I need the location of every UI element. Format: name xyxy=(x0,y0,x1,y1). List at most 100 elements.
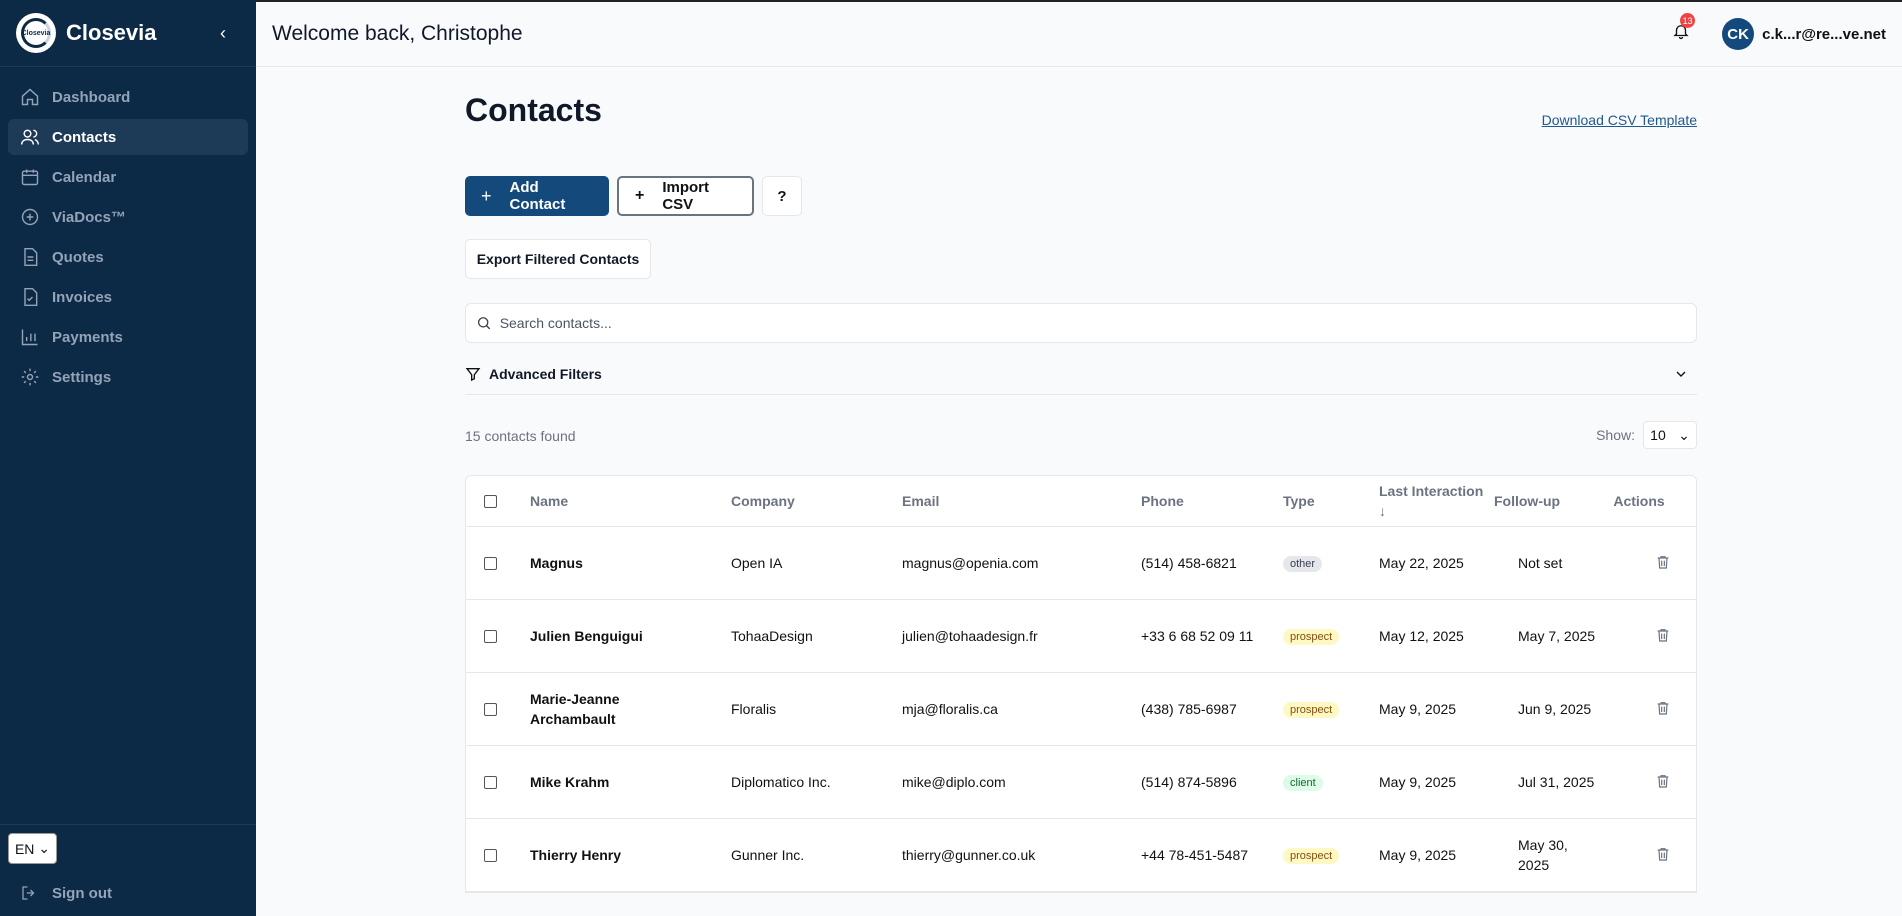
document-icon xyxy=(24,247,38,267)
sidebar-nav: Dashboard Contacts Calendar ViaDocs™ Quo… xyxy=(0,67,256,411)
chevron-down-icon: ⌄ xyxy=(1678,426,1690,443)
contact-email: julien@tohaadesign.fr xyxy=(902,628,1038,644)
sidebar-item-contacts[interactable]: Contacts xyxy=(8,119,248,155)
last-interaction: May 9, 2025 xyxy=(1379,701,1457,717)
delete-button[interactable] xyxy=(1630,846,1696,865)
search-bar xyxy=(465,303,1697,343)
delete-button[interactable] xyxy=(1630,627,1696,646)
trash-icon xyxy=(1657,774,1669,788)
trash-icon xyxy=(1657,847,1669,861)
row-checkbox[interactable] xyxy=(484,629,497,643)
download-csv-template-link[interactable]: Download CSV Template xyxy=(1542,112,1697,128)
welcome-message: Welcome back, Christophe xyxy=(272,22,523,45)
page-title: Contacts xyxy=(465,92,602,128)
sidebar-item-dashboard[interactable]: Dashboard xyxy=(8,79,248,115)
language-value: EN xyxy=(14,840,35,857)
follow-up: May 7, 2025 xyxy=(1518,628,1596,644)
trash-icon xyxy=(1657,555,1669,569)
users-icon xyxy=(20,129,40,145)
type-badge: other xyxy=(1283,556,1323,572)
column-header-type[interactable]: Type xyxy=(1283,493,1379,509)
delete-button[interactable] xyxy=(1630,700,1696,719)
select-all-checkbox[interactable] xyxy=(484,494,497,508)
table-row[interactable]: Magnus Open IA magnus@openia.com (514) 4… xyxy=(466,527,1696,600)
last-interaction: May 9, 2025 xyxy=(1379,847,1457,863)
follow-up: Jul 31, 2025 xyxy=(1518,774,1595,790)
sign-out-label: Sign out xyxy=(52,884,112,902)
trash-icon xyxy=(1657,701,1669,715)
column-header-name[interactable]: Name xyxy=(530,491,731,511)
logo-text: Closevia xyxy=(21,29,51,37)
column-header-last-interaction[interactable]: Last Interaction ↓ xyxy=(1379,481,1494,521)
contact-company: Gunner Inc. xyxy=(731,847,805,863)
help-button[interactable]: ? xyxy=(762,176,802,216)
contact-phone: (514) 874-5896 xyxy=(1141,774,1237,790)
last-interaction: May 9, 2025 xyxy=(1379,774,1457,790)
avatar[interactable]: CK xyxy=(1722,18,1755,50)
row-checkbox[interactable] xyxy=(484,556,497,570)
sidebar-item-settings[interactable]: Settings xyxy=(8,359,248,395)
page-size-control: Show: 10 ⌄ xyxy=(1596,421,1697,449)
sign-out-button[interactable]: Sign out xyxy=(8,878,248,908)
contact-phone: +44 78-451-5487 xyxy=(1141,847,1249,863)
table-row[interactable]: Marie-Jeanne Archambault Floralis mja@fl… xyxy=(466,673,1696,746)
contact-name[interactable]: Thierry Henry xyxy=(530,845,731,865)
column-header-phone[interactable]: Phone xyxy=(1141,491,1283,511)
sidebar-item-payments[interactable]: Payments xyxy=(8,319,248,355)
sidebar-item-label: Dashboard xyxy=(52,88,131,106)
follow-up: May 30, 2025 xyxy=(1518,837,1568,873)
follow-up: Jun 9, 2025 xyxy=(1518,701,1592,717)
sidebar-item-label: Payments xyxy=(52,328,123,346)
column-header-company[interactable]: Company xyxy=(731,493,902,509)
sidebar-item-invoices[interactable]: Invoices xyxy=(8,279,248,315)
filter-icon xyxy=(465,367,481,381)
plus-icon: + xyxy=(635,187,645,204)
delete-button[interactable] xyxy=(1630,773,1696,792)
chevron-down-icon xyxy=(1676,371,1686,377)
add-contact-button[interactable]: + Add Contact xyxy=(465,176,609,216)
contact-name[interactable]: Magnus xyxy=(530,553,731,573)
sidebar-item-quotes[interactable]: Quotes xyxy=(8,239,248,275)
table-row[interactable]: Thierry Henry Gunner Inc. thierry@gunner… xyxy=(466,819,1696,892)
user-email[interactable]: c.k...r@re...ve.net xyxy=(1762,26,1886,43)
contact-email: mike@diplo.com xyxy=(902,774,1006,790)
sidebar-item-calendar[interactable]: Calendar xyxy=(8,159,248,195)
table-row[interactable]: Julien Benguigui TohaaDesign julien@toha… xyxy=(466,600,1696,673)
chevron-down-icon: ⌄ xyxy=(38,840,51,856)
delete-button[interactable] xyxy=(1630,554,1696,573)
contact-email: thierry@gunner.co.uk xyxy=(902,847,1036,863)
contacts-table: Name Company Email Phone Type Last Inter… xyxy=(465,475,1697,893)
column-header-email[interactable]: Email xyxy=(902,493,1141,509)
column-header-actions: Actions xyxy=(1613,493,1665,509)
contact-name[interactable]: Julien Benguigui xyxy=(530,626,731,646)
row-checkbox[interactable] xyxy=(484,775,497,789)
top-header: Welcome back, Christophe 13 CK c.k...r@r… xyxy=(256,0,1902,67)
calendar-icon xyxy=(21,169,39,186)
type-badge: prospect xyxy=(1283,702,1340,718)
search-input[interactable] xyxy=(499,315,1686,331)
chart-icon xyxy=(21,329,38,346)
action-buttons: + Add Contact + Import CSV ? xyxy=(465,176,802,216)
contact-name[interactable]: Marie-Jeanne Archambault xyxy=(530,689,731,729)
contact-name[interactable]: Mike Krahm xyxy=(530,772,731,792)
contact-email: magnus@openia.com xyxy=(902,555,1039,571)
table-row[interactable]: Mike Krahm Diplomatico Inc. mike@diplo.c… xyxy=(466,746,1696,819)
language-select[interactable]: EN ⌄ xyxy=(8,833,57,864)
contact-email: mja@floralis.ca xyxy=(902,701,998,717)
collapse-sidebar-chevron-left-icon[interactable]: ‹ xyxy=(220,23,240,44)
contact-company: Floralis xyxy=(731,701,777,717)
sign-out-icon xyxy=(22,886,35,900)
sidebar-item-viadocs[interactable]: ViaDocs™ xyxy=(8,199,248,235)
import-csv-button[interactable]: + Import CSV xyxy=(617,176,754,216)
page-size-select[interactable]: 10 ⌄ xyxy=(1643,421,1697,449)
row-checkbox[interactable] xyxy=(484,848,497,862)
gear-icon xyxy=(21,368,39,386)
column-header-follow-up[interactable]: Follow-up xyxy=(1494,491,1606,511)
contact-company: Diplomatico Inc. xyxy=(731,774,831,790)
brand-logo[interactable]: Closevia xyxy=(16,13,56,53)
advanced-filters-label: Advanced Filters xyxy=(489,365,602,382)
advanced-filters-toggle[interactable]: Advanced Filters xyxy=(465,353,1697,395)
export-filtered-contacts-button[interactable]: Export Filtered Contacts xyxy=(465,239,651,279)
notifications-button[interactable]: 13 xyxy=(1672,13,1696,46)
row-checkbox[interactable] xyxy=(484,702,497,716)
